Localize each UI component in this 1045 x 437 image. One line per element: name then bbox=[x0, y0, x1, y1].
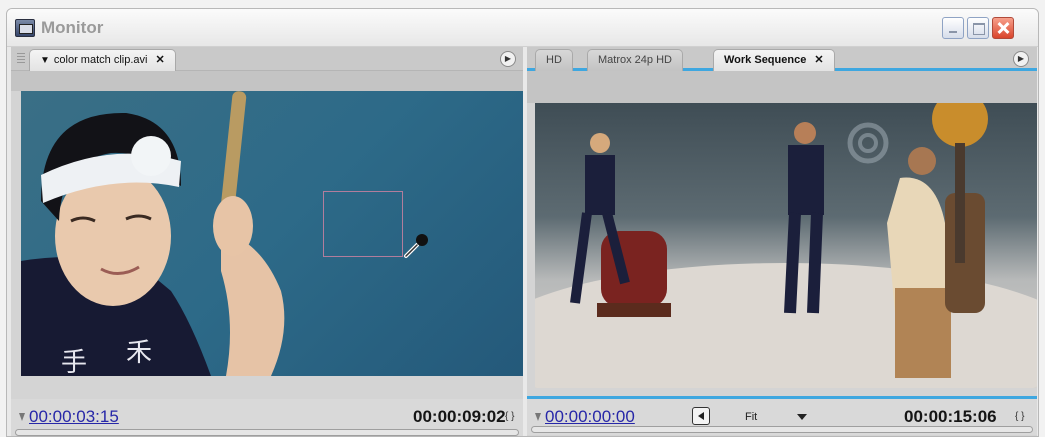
playhead-marker-icon bbox=[19, 413, 25, 421]
source-viewer-top-margin bbox=[11, 71, 523, 91]
panel-menu-icon[interactable]: ▶ bbox=[1013, 51, 1029, 67]
source-video-frame[interactable]: 手 禾 bbox=[21, 91, 523, 376]
program-time-bar: 00:00:00:00 Fit 00:00:15:06 { } bbox=[527, 396, 1037, 435]
source-current-timecode[interactable]: 00:00:03:15 bbox=[29, 407, 119, 427]
close-tab-icon[interactable]: ✕ bbox=[814, 50, 823, 71]
dropdown-triangle-icon[interactable]: ▼ bbox=[40, 50, 50, 71]
program-monitor-panel: HD Matrox 24p HD Work Sequence ✕ ▶ 00:00… bbox=[527, 47, 1037, 436]
svg-text:禾: 禾 bbox=[126, 338, 152, 368]
in-out-bracket-icon: { } bbox=[505, 411, 515, 422]
zoom-select[interactable]: Fit bbox=[745, 411, 757, 423]
source-scrollbar[interactable] bbox=[15, 429, 519, 436]
eyedropper-icon[interactable] bbox=[403, 231, 431, 259]
source-time-bar: 00:00:03:15 00:00:09:02 { } bbox=[11, 399, 523, 436]
program-current-timecode[interactable]: 00:00:00:00 bbox=[545, 407, 635, 427]
title-bar[interactable]: Monitor bbox=[7, 9, 1038, 47]
close-tab-icon[interactable]: ✕ bbox=[155, 50, 164, 71]
safe-margins-button[interactable] bbox=[692, 407, 710, 425]
program-video-image bbox=[535, 103, 1037, 388]
tab-hd[interactable]: HD bbox=[535, 49, 573, 71]
svg-text:手: 手 bbox=[61, 348, 87, 376]
program-video-frame[interactable] bbox=[535, 103, 1037, 388]
in-out-bracket-icon: { } bbox=[1015, 411, 1025, 422]
program-scrollbar[interactable] bbox=[531, 426, 1033, 433]
source-monitor-panel: ▼ color match clip.avi ✕ ▶ 手 禾 00:00:03:… bbox=[11, 47, 523, 436]
monitor-window: Monitor ▼ color match clip.avi ✕ ▶ 手 禾 0… bbox=[6, 8, 1039, 437]
source-tab-label: color match clip.avi bbox=[53, 54, 148, 66]
playhead-marker-icon bbox=[535, 413, 541, 421]
program-viewer-top-margin bbox=[527, 71, 1037, 103]
window-title: Monitor bbox=[41, 18, 104, 37]
panel-menu-icon[interactable]: ▶ bbox=[500, 51, 516, 67]
tab-matrox-24p-hd[interactable]: Matrox 24p HD bbox=[587, 49, 683, 71]
source-video-image: 手 禾 bbox=[21, 91, 285, 376]
zoom-dropdown-arrow-icon[interactable] bbox=[797, 414, 807, 420]
source-tab-strip: ▼ color match clip.avi ✕ ▶ bbox=[11, 47, 523, 71]
close-icon[interactable] bbox=[992, 17, 1014, 39]
tab-source-clip[interactable]: ▼ color match clip.avi ✕ bbox=[29, 49, 176, 71]
maximize-icon[interactable] bbox=[967, 17, 989, 39]
monitor-app-icon bbox=[15, 19, 35, 37]
drag-grip-icon[interactable] bbox=[17, 53, 25, 65]
program-duration-timecode: 00:00:15:06 bbox=[904, 407, 997, 426]
color-sample-box[interactable] bbox=[323, 191, 403, 257]
source-duration-timecode: 00:00:09:02 bbox=[413, 407, 506, 426]
minimize-icon[interactable] bbox=[942, 17, 964, 39]
tab-work-sequence[interactable]: Work Sequence ✕ bbox=[713, 49, 835, 71]
program-tab-strip: HD Matrox 24p HD Work Sequence ✕ ▶ bbox=[527, 47, 1037, 71]
